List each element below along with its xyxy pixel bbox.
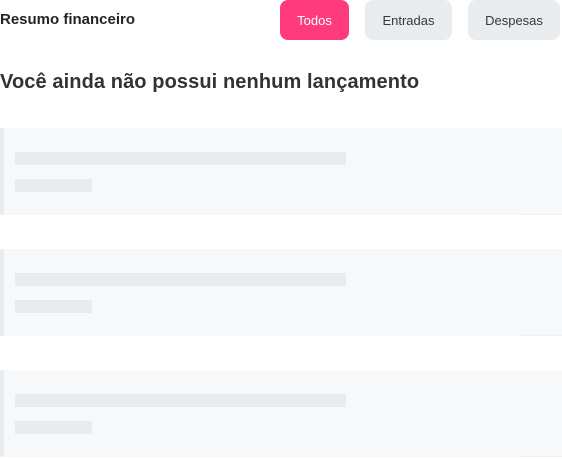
skeleton-line-subtitle [15,179,92,192]
skeleton-line-title [15,273,346,286]
placeholder-card [0,249,562,336]
empty-state-message: Você ainda não possui nenhum lançamento [0,71,420,93]
filter-entradas-button[interactable]: Entradas [365,0,452,40]
filter-despesas-button[interactable]: Despesas [468,0,560,40]
skeleton-line-subtitle [15,300,92,313]
skeleton-line-title [15,394,346,407]
filter-todos-button[interactable]: Todos [280,0,349,40]
summary-header: Resumo financeiro Todos Entradas Despesa… [0,0,562,40]
placeholder-card [0,370,562,457]
page-title: Resumo financeiro [0,11,136,28]
skeleton-line-subtitle [15,421,92,434]
placeholder-card [0,128,562,215]
skeleton-line-title [15,152,346,165]
